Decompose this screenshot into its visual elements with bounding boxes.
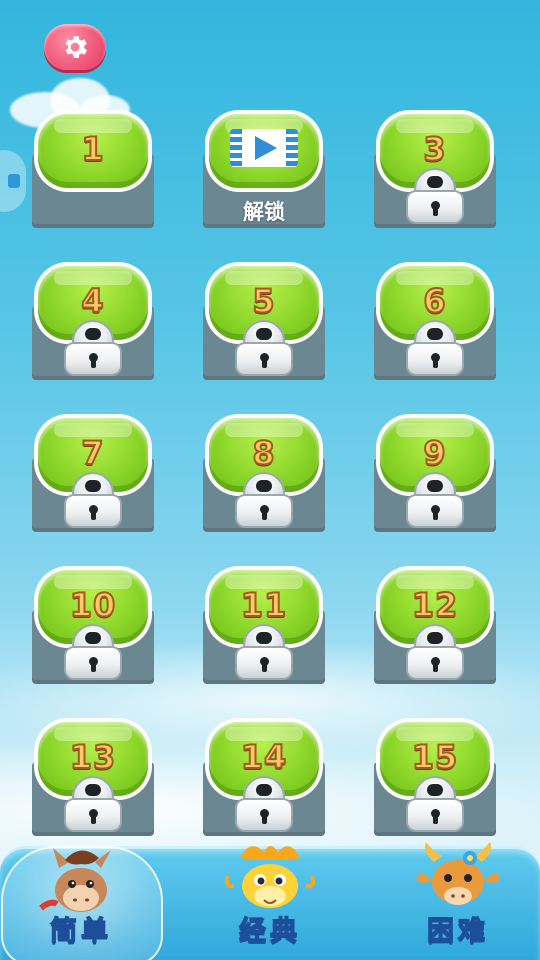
lock-icon: [406, 168, 464, 224]
level-number: 12: [411, 585, 459, 625]
level-tile[interactable]: 9: [374, 414, 496, 532]
lock-icon: [64, 320, 122, 376]
level-number: 10: [69, 585, 117, 625]
video-play-icon: [230, 129, 298, 167]
level-tile[interactable]: 10: [32, 566, 154, 684]
unlock-label: 解锁: [243, 200, 285, 224]
lock-icon: [406, 320, 464, 376]
level-tile[interactable]: 15: [374, 718, 496, 836]
level-number: 5: [251, 281, 276, 321]
level-number: 6: [422, 281, 447, 321]
level-number: 8: [251, 433, 276, 473]
mode-easy-button[interactable]: 简单: [1, 846, 163, 960]
level-number: 7: [80, 433, 105, 473]
mode-classic-label: 经典: [238, 915, 301, 947]
lock-icon: [235, 776, 293, 832]
level-tile[interactable]: 1: [32, 110, 154, 228]
mode-easy-label: 简单: [49, 915, 112, 947]
level-tile[interactable]: 12: [374, 566, 496, 684]
side-ad-tab[interactable]: [0, 150, 26, 212]
level-button-face: [209, 114, 319, 188]
level-number: 4: [80, 281, 105, 321]
horse-mascot-icon: [39, 848, 111, 912]
level-tile[interactable]: 8: [203, 414, 325, 532]
dragon-mascot-icon: [224, 846, 316, 908]
level-button-face: 1: [38, 114, 148, 188]
level-number: 14: [240, 737, 288, 777]
lock-icon: [235, 624, 293, 680]
level-number: 1: [80, 129, 105, 169]
mode-hard-label: 困难: [426, 915, 489, 947]
ox-mascot-icon: [416, 842, 500, 905]
ad-icon: [8, 174, 20, 188]
lock-icon: [235, 472, 293, 528]
level-tile[interactable]: 5: [203, 262, 325, 380]
level-tile[interactable]: 13: [32, 718, 154, 836]
mode-classic-button[interactable]: 经典: [190, 846, 350, 956]
lock-icon: [235, 320, 293, 376]
level-button: 1: [34, 110, 152, 192]
lock-icon: [406, 776, 464, 832]
level-tile[interactable]: 4: [32, 262, 154, 380]
level-tile[interactable]: 3: [374, 110, 496, 228]
lock-icon: [406, 472, 464, 528]
level-tile[interactable]: 6: [374, 262, 496, 380]
level-number: 13: [69, 737, 117, 777]
lock-icon: [64, 472, 122, 528]
difficulty-bar: 简单 经典 困难: [0, 842, 540, 960]
level-tile[interactable]: 11: [203, 566, 325, 684]
settings-button[interactable]: [44, 24, 106, 70]
level-number: 9: [422, 433, 447, 473]
level-select-screen: 1 解锁 3 4 5 6 7 8 9 10 11 12 13 14 15 简单: [0, 0, 540, 960]
gear-icon: [65, 36, 87, 58]
level-tile[interactable]: 解锁: [203, 110, 325, 228]
lock-icon: [64, 776, 122, 832]
level-number: 3: [422, 129, 447, 169]
level-number: 11: [240, 585, 288, 625]
lock-icon: [64, 624, 122, 680]
level-tile[interactable]: 14: [203, 718, 325, 836]
mode-hard-button[interactable]: 困难: [378, 842, 538, 956]
level-tile[interactable]: 7: [32, 414, 154, 532]
lock-icon: [406, 624, 464, 680]
level-number: 15: [411, 737, 459, 777]
level-button: [205, 110, 323, 192]
